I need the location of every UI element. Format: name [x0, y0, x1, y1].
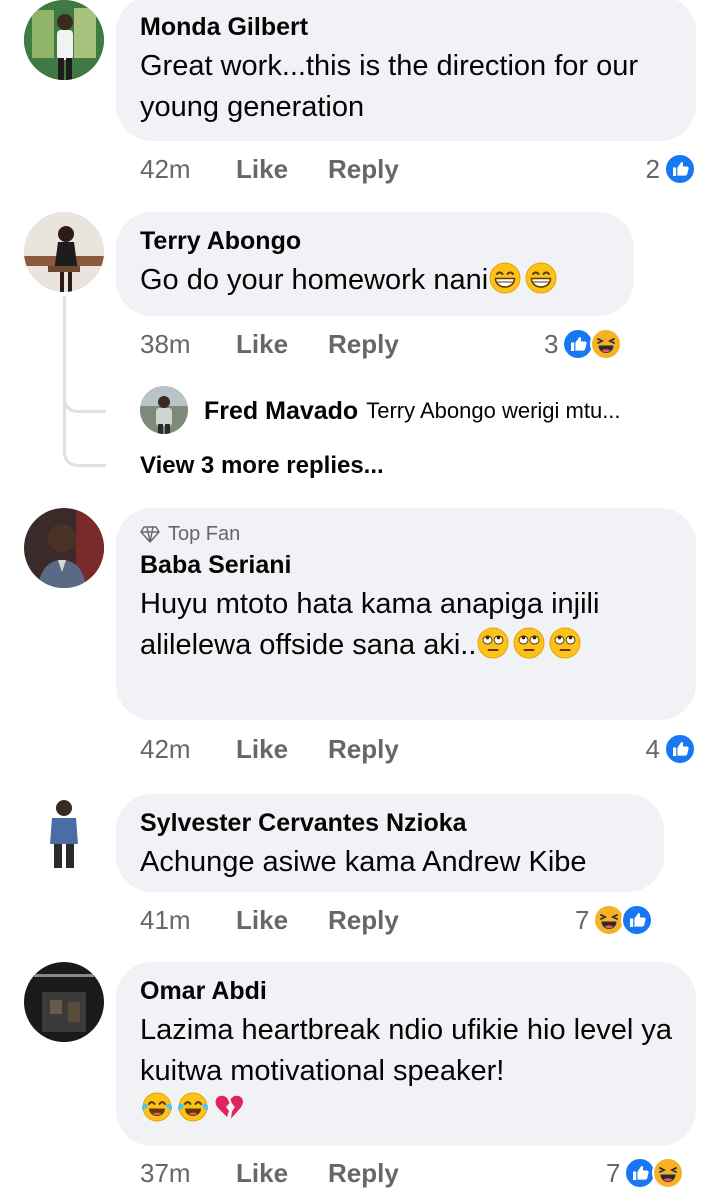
like-button[interactable]: Like	[236, 734, 328, 765]
haha-icon	[590, 328, 622, 360]
comment-text: Lazima heartbreak ndio ufikie hio level …	[140, 1014, 672, 1087]
comment-actions: 37m Like Reply	[140, 1155, 399, 1191]
avatar-photo-icon	[140, 386, 188, 434]
comment-author[interactable]: Monda Gilbert	[140, 12, 672, 42]
avatar-photo-icon	[24, 792, 104, 872]
reply-text: Terry Abongo werigi mtu...	[366, 398, 621, 423]
reaction-count: 4	[645, 733, 660, 764]
eye-roll-icon	[476, 626, 510, 660]
reply-button[interactable]: Reply	[328, 734, 399, 765]
comment-emojis	[140, 1090, 672, 1124]
reaction-count: 7	[575, 904, 590, 935]
avatar-photo-icon	[24, 212, 104, 292]
avatar[interactable]	[24, 0, 104, 80]
like-button[interactable]: Like	[236, 329, 328, 360]
comment-author[interactable]: Terry Abongo	[140, 226, 610, 256]
broken-heart-icon	[212, 1090, 246, 1124]
comment-bubble[interactable]: Sylvester Cervantes Nzioka Achunge asiwe…	[116, 794, 664, 892]
avatar-photo-icon	[24, 508, 104, 588]
top-fan-label: Top Fan	[168, 523, 241, 545]
reply-button[interactable]: Reply	[328, 905, 399, 936]
avatar[interactable]	[24, 508, 104, 588]
reply-button[interactable]: Reply	[328, 154, 399, 185]
reply-author[interactable]: Fred Mavado	[204, 397, 358, 426]
comment-text-content: Go do your homework nani	[140, 264, 489, 296]
avatar[interactable]	[24, 792, 104, 872]
comment-bubble[interactable]: Top Fan Baba Seriani Huyu mtoto hata kam…	[116, 508, 696, 720]
comment-author[interactable]: Sylvester Cervantes Nzioka	[140, 808, 640, 838]
tears-of-joy-icon	[176, 1090, 210, 1124]
avatar[interactable]	[140, 386, 188, 434]
reaction-summary[interactable]: 4	[646, 731, 696, 767]
reaction-count: 3	[544, 328, 559, 359]
comment-time[interactable]: 41m	[140, 905, 236, 936]
like-icon	[621, 904, 653, 936]
comment-actions: 41m Like Reply	[140, 902, 399, 938]
comment-text: Huyu mtoto hata kama anapiga injili alil…	[140, 584, 680, 666]
top-fan-badge: Top Fan	[140, 522, 672, 546]
reply-button[interactable]: Reply	[328, 1158, 399, 1189]
reaction-summary[interactable]: 2	[646, 151, 696, 187]
like-icon	[664, 733, 696, 765]
comment-bubble[interactable]: Terry Abongo Go do your homework nani	[116, 212, 634, 316]
like-button[interactable]: Like	[236, 905, 328, 936]
comment-text: Go do your homework nani	[140, 260, 610, 301]
avatar[interactable]	[24, 962, 104, 1042]
comment-author[interactable]: Baba Seriani	[140, 550, 672, 580]
avatar-photo-icon	[24, 962, 104, 1042]
comment-time[interactable]: 38m	[140, 329, 236, 360]
comment-actions: 42m Like Reply	[140, 731, 399, 767]
comment-time[interactable]: 37m	[140, 1158, 236, 1189]
grinning-face-icon	[524, 261, 558, 295]
tears-of-joy-icon	[140, 1090, 174, 1124]
diamond-icon	[140, 526, 160, 543]
like-button[interactable]: Like	[236, 154, 328, 185]
avatar[interactable]	[24, 212, 104, 292]
reply-preview[interactable]: Fred Mavado Terry Abongo werigi mtu...	[204, 394, 621, 428]
like-button[interactable]: Like	[236, 1158, 328, 1189]
like-icon	[664, 153, 696, 185]
comment-actions: 42m Like Reply	[140, 151, 399, 187]
comment-time[interactable]: 42m	[140, 154, 236, 185]
comment-text: Achunge asiwe kama Andrew Kibe	[140, 846, 587, 878]
grinning-face-icon	[488, 261, 522, 295]
comment-time[interactable]: 42m	[140, 734, 236, 765]
comment-bubble[interactable]: Omar Abdi Lazima heartbreak ndio ufikie …	[116, 962, 696, 1146]
eye-roll-icon	[548, 626, 582, 660]
comment-text: Great work...this is the direction for o…	[140, 50, 639, 123]
comment-bubble[interactable]: Monda Gilbert Great work...this is the d…	[116, 0, 696, 141]
eye-roll-icon	[512, 626, 546, 660]
haha-icon	[652, 1157, 684, 1189]
reaction-count: 7	[606, 1157, 621, 1188]
view-more-replies-link[interactable]: View 3 more replies...	[140, 452, 384, 480]
thread-connector	[63, 408, 106, 467]
reaction-count: 2	[645, 153, 660, 184]
comment-actions: 38m Like Reply	[140, 326, 399, 362]
comment-author[interactable]: Omar Abdi	[140, 976, 672, 1006]
reaction-summary[interactable]: 7	[575, 902, 653, 938]
avatar-photo-icon	[24, 0, 104, 80]
reaction-summary[interactable]: 7	[606, 1155, 684, 1191]
reaction-summary[interactable]: 3	[544, 326, 622, 362]
reply-button[interactable]: Reply	[328, 329, 399, 360]
